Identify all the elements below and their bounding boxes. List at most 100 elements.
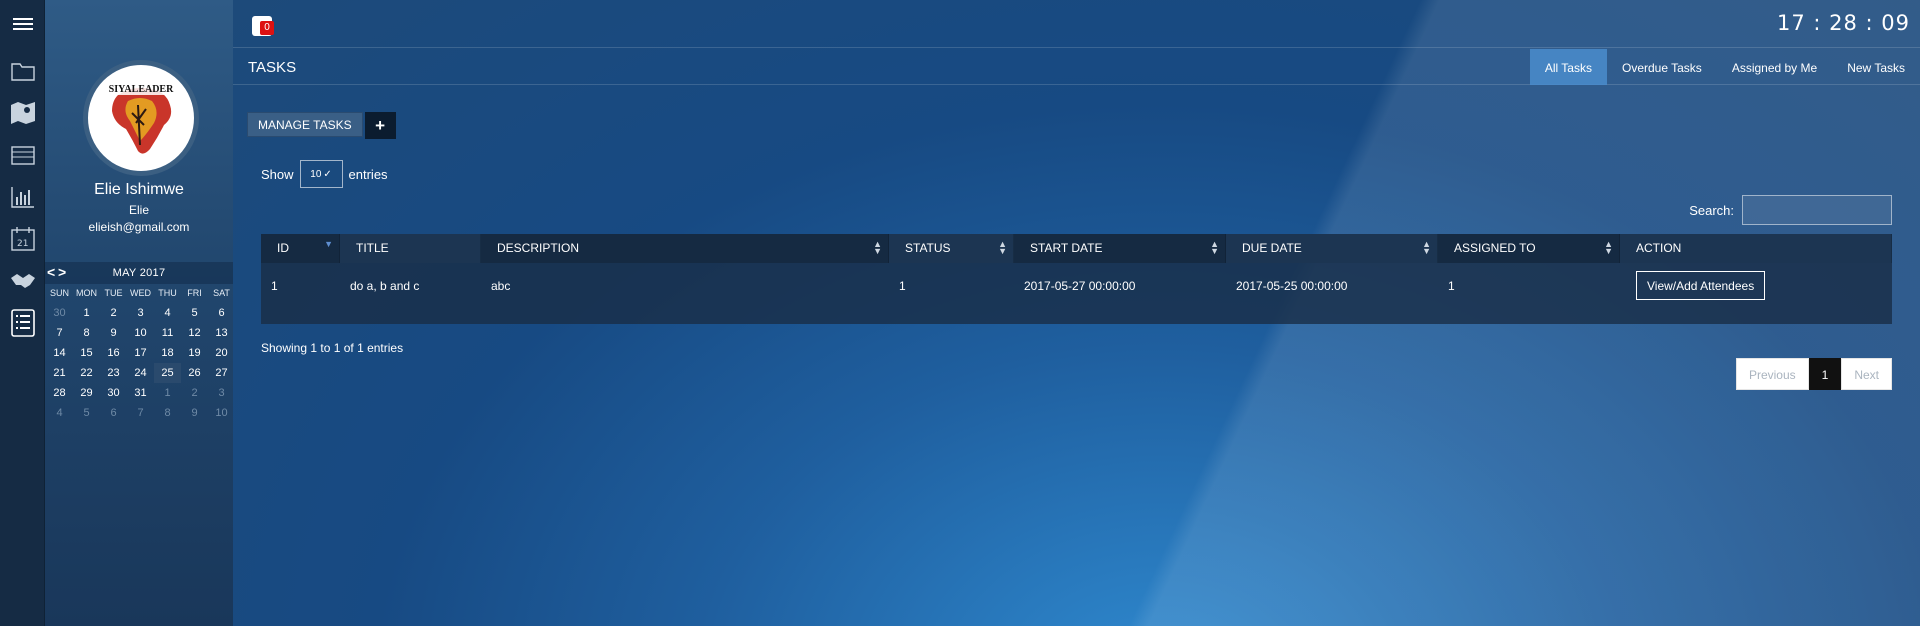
calendar-day[interactable]: 20 [208,343,235,363]
profile-panel: SIYALEADER Elie Ishimwe Elie elieish@gma… [45,0,233,626]
calendar-day[interactable]: 13 [208,323,235,343]
calendar-day[interactable]: 26 [181,363,208,383]
entries-select[interactable]: 10 ✓ [299,160,343,188]
calendar-day[interactable]: 8 [154,403,181,423]
calendar-day[interactable]: 9 [100,323,127,343]
clock: 17 : 28 : 09 [1776,11,1910,35]
show-entries: Show 10 ✓ entries [261,160,388,188]
calendar-day[interactable]: 18 [154,343,181,363]
calendar-day[interactable]: 28 [46,383,73,403]
calendar-day[interactable]: 3 [127,303,154,323]
calendar-day[interactable]: 5 [73,403,100,423]
calendar-weekday: FRI [187,288,202,298]
calendar-day[interactable]: 9 [181,403,208,423]
calendar-day[interactable]: 2 [100,303,127,323]
column-header-title[interactable]: TITLE [340,234,481,263]
avatar[interactable]: SIYALEADER [83,60,199,176]
column-header-id[interactable]: ID ▼ [261,234,340,263]
calendar-day[interactable]: 1 [154,383,181,403]
calendar-day[interactable]: 2 [181,383,208,403]
sort-icon: ▲ ▼ [998,239,1007,256]
cell-due-date: 2017-05-25 00:00:00 [1236,279,1348,293]
calendar-weekday: SAT [213,288,230,298]
calendar-day[interactable]: 1 [73,303,100,323]
pagination-page-1[interactable]: 1 [1808,358,1842,390]
calendar-day[interactable]: 6 [208,303,235,323]
calendar-day[interactable]: 24 [127,363,154,383]
cell-action: View/Add Attendees [1620,263,1892,324]
tab-overdue-tasks[interactable]: Overdue Tasks [1607,49,1717,85]
calendar-day[interactable]: 4 [46,403,73,423]
pagination: Previous 1 Next [1735,358,1892,390]
tab-new-tasks[interactable]: New Tasks [1832,49,1920,85]
calendar-day[interactable]: 5 [181,303,208,323]
calendar-day[interactable]: 30 [100,383,127,403]
calendar-day[interactable]: 14 [46,343,73,363]
handshake-icon[interactable] [0,261,45,301]
calendar-day[interactable]: 12 [181,323,208,343]
calendar-day[interactable]: 8 [73,323,100,343]
column-header-start-date[interactable]: START DATE ▲ ▼ [1014,234,1226,263]
top-bar: 0 17 : 28 : 09 [233,0,1920,48]
mini-calendar: < > MAY 2017 SUN MON TUE WED THU FRI SAT 30 1 2 3 4… [45,262,233,423]
cell-title: do a, b and c [350,279,420,293]
calendar-day[interactable]: 11 [154,323,181,343]
bar-chart-icon[interactable] [0,177,45,217]
notifications-button[interactable]: 0 [252,14,276,38]
pagination-previous[interactable]: Previous [1735,358,1809,390]
column-header-description[interactable]: DESCRIPTION ▲ ▼ [481,234,889,263]
sub-header: TASKS All Tasks Overdue Tasks Assigned b… [233,49,1920,85]
add-task-button[interactable]: + [364,112,396,139]
column-header-status[interactable]: STATUS ▲ ▼ [889,234,1014,263]
calendar-day[interactable]: 25 [154,363,181,383]
tray-icon[interactable] [0,135,45,175]
search-group: Search: [1689,195,1892,225]
notification-badge: 0 [260,21,274,35]
calendar-day[interactable]: 15 [73,343,100,363]
column-header-due-date[interactable]: DUE DATE ▲ ▼ [1226,234,1438,263]
calendar-day[interactable]: 22 [73,363,100,383]
calendar-day[interactable]: 30 [46,303,73,323]
manage-tasks-button[interactable]: MANAGE TASKS [247,112,363,137]
calendar-day[interactable]: 6 [100,403,127,423]
map-icon[interactable] [0,93,45,133]
main-content: 0 17 : 28 : 09 TASKS All Tasks Overdue T… [233,0,1920,626]
calendar-day[interactable]: 23 [100,363,127,383]
calendar-day[interactable]: 19 [181,343,208,363]
calendar-day[interactable]: 21 [46,363,73,383]
calendar-day[interactable]: 10 [208,403,235,423]
calendar-day[interactable]: 29 [73,383,100,403]
calendar-day[interactable]: 4 [154,303,181,323]
sort-icon: ▲ ▼ [1210,239,1219,256]
profile-username: Elie [128,203,149,217]
cell-assigned-to: 1 [1448,279,1455,293]
view-add-attendees-button[interactable]: View/Add Attendees [1636,271,1766,300]
page-title: TASKS [248,59,297,76]
calendar-icon[interactable]: 21 [0,219,45,259]
folder-icon[interactable] [0,51,45,91]
calendar-day[interactable]: 16 [100,343,127,363]
siyaleader-logo [102,83,180,154]
sort-desc-icon: ▼ [324,239,333,249]
menu-icon[interactable] [0,4,45,44]
column-header-assigned-to[interactable]: ASSIGNED TO ▲ ▼ [1438,234,1620,263]
calendar-day[interactable]: 7 [46,323,73,343]
pagination-next[interactable]: Next [1841,358,1892,390]
show-label: Show [261,166,294,182]
entries-label: entries [348,166,388,182]
search-input[interactable] [1742,195,1892,225]
calendar-weekday: WED [130,288,151,298]
calendar-day[interactable]: 10 [127,323,154,343]
sort-icon: ▲ ▼ [1422,239,1431,256]
task-list-icon[interactable] [0,303,45,343]
calendar-day[interactable]: 7 [127,403,154,423]
calendar-day[interactable]: 31 [127,383,154,403]
cell-id: 1 [271,279,278,293]
tab-all-tasks[interactable]: All Tasks [1529,49,1607,85]
tab-assigned-by-me[interactable]: Assigned by Me [1717,49,1832,85]
table-row: 1 do a, b and c abc 1 2017-05-27 00:00:0… [261,263,1892,324]
calendar-day[interactable]: 27 [208,363,235,383]
calendar-day[interactable]: 3 [208,383,235,403]
calendar-day[interactable]: 17 [127,343,154,363]
task-tabs: All Tasks Overdue Tasks Assigned by Me N… [1529,49,1920,85]
